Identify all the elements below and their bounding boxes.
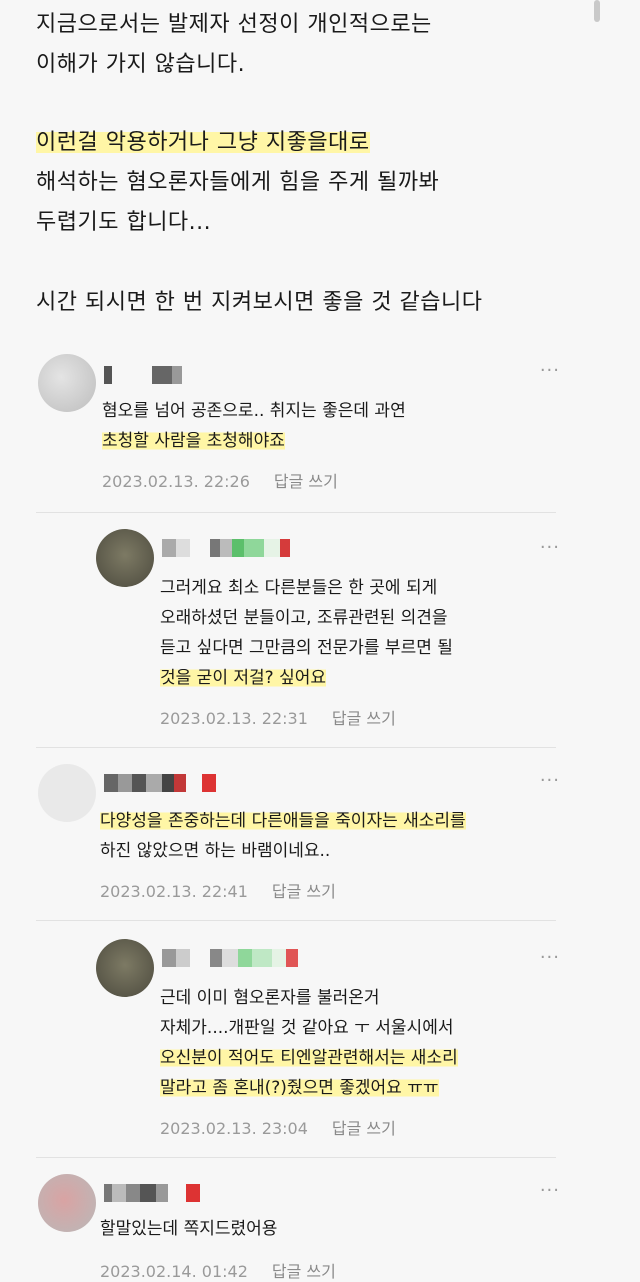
reply-button[interactable]: 답글 쓰기 xyxy=(332,709,396,728)
more-options-icon[interactable]: ··· xyxy=(540,360,560,381)
post-line: 지금으로서는 발제자 선정이 개인적으로는 xyxy=(36,12,432,37)
more-options-icon[interactable]: ··· xyxy=(540,1180,560,1201)
comment-text: 근데 이미 혐오론자를 불러온거 자체가....개판일 것 같아요 ㅜ 서울시에… xyxy=(160,988,458,1098)
username-blurred[interactable] xyxy=(104,1184,200,1202)
reply-comment: ··· 그러게요 최소 다른분들은 한 곳에 되게 오래하셨던 분들이고, 조류… xyxy=(0,525,600,748)
avatar[interactable] xyxy=(38,1174,96,1232)
divider xyxy=(36,920,556,921)
comment-meta: 2023.02.13. 22:31 답글 쓰기 xyxy=(160,705,396,729)
post-line: 해석하는 혐오론자들에게 힘을 주게 될까봐 xyxy=(36,170,440,195)
username-blurred[interactable] xyxy=(104,774,216,792)
comment-meta: 2023.02.14. 01:42 답글 쓰기 xyxy=(100,1258,336,1282)
divider xyxy=(36,1157,556,1158)
comment-date: 2023.02.13. 22:41 xyxy=(100,882,248,901)
comment-text: 다양성을 존중하는데 다른애들을 죽이자는 새소리를 하진 않았으면 하는 바램… xyxy=(100,811,466,861)
comment-meta: 2023.02.13. 22:26 답글 쓰기 xyxy=(102,468,338,492)
comment-text: 할말있는데 쪽지드렸어용 xyxy=(100,1219,278,1239)
post-line: 두렵기도 합니다... xyxy=(36,210,212,235)
more-options-icon[interactable]: ··· xyxy=(540,947,560,968)
username-blurred[interactable] xyxy=(162,949,298,967)
avatar[interactable] xyxy=(38,764,96,822)
comment-date: 2023.02.13. 22:31 xyxy=(160,709,308,728)
more-options-icon[interactable]: ··· xyxy=(540,770,560,791)
reply-button[interactable]: 답글 쓰기 xyxy=(272,1262,336,1281)
reply-button[interactable]: 답글 쓰기 xyxy=(274,472,338,491)
more-options-icon[interactable]: ··· xyxy=(540,537,560,558)
scrollbar-thumb[interactable] xyxy=(594,0,600,22)
divider xyxy=(36,747,556,748)
post-line: 이런걸 악용하거나 그냥 지좋을대로 xyxy=(36,130,370,155)
comment: ··· 할말있는데 쪽지드렸어용 2023.02.14. 01:42 답글 쓰기 xyxy=(0,1170,600,1282)
comment-date: 2023.02.14. 01:42 xyxy=(100,1262,248,1281)
comment-meta: 2023.02.13. 22:41 답글 쓰기 xyxy=(100,878,336,902)
avatar[interactable] xyxy=(96,939,154,997)
avatar[interactable] xyxy=(96,529,154,587)
comment: ··· 다양성을 존중하는데 다른애들을 죽이자는 새소리를 하진 않았으면 하… xyxy=(0,760,600,921)
username-blurred[interactable] xyxy=(104,366,182,384)
comment-date: 2023.02.13. 23:04 xyxy=(160,1119,308,1138)
post-line: 시간 되시면 한 번 지켜보시면 좋을 것 같습니다 xyxy=(36,290,483,315)
comment-text: 혐오를 넘어 공존으로.. 취지는 좋은데 과연 초청할 사람을 초청해야죠 xyxy=(102,401,406,451)
comment: ··· 혐오를 넘어 공존으로.. 취지는 좋은데 과연 초청할 사람을 초청해… xyxy=(0,350,600,513)
comment-meta: 2023.02.13. 23:04 답글 쓰기 xyxy=(160,1115,396,1139)
reply-button[interactable]: 답글 쓰기 xyxy=(332,1119,396,1138)
username-blurred[interactable] xyxy=(162,539,290,557)
post-line: 이해가 가지 않습니다. xyxy=(36,52,246,77)
reply-comment: ··· 근데 이미 혐오론자를 불러온거 자체가....개판일 것 같아요 ㅜ … xyxy=(0,935,600,1158)
comment-text: 그러게요 최소 다른분들은 한 곳에 되게 오래하셨던 분들이고, 조류관련된 … xyxy=(160,578,453,688)
avatar[interactable] xyxy=(38,354,96,412)
divider xyxy=(36,512,556,513)
comment-date: 2023.02.13. 22:26 xyxy=(102,472,250,491)
reply-button[interactable]: 답글 쓰기 xyxy=(272,882,336,901)
